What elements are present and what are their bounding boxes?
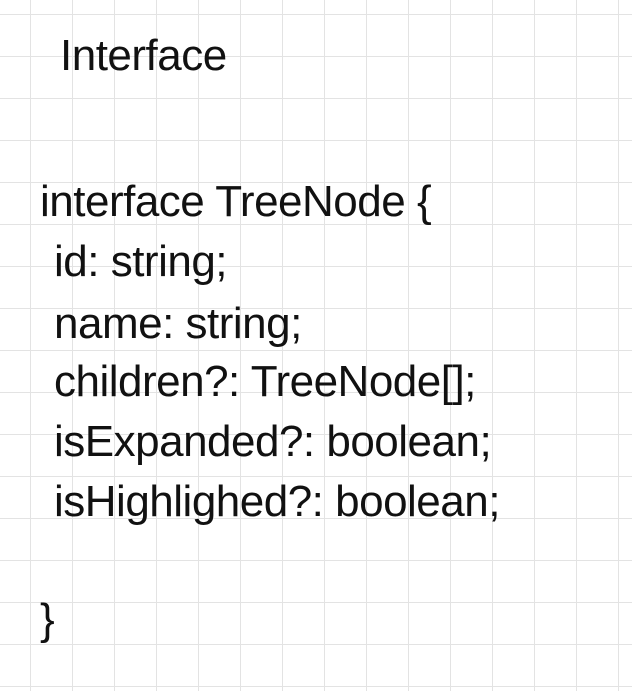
- field-is-highlighed-line: isHighlighed?: boolean;: [54, 477, 500, 526]
- page-title: Interface: [60, 31, 227, 80]
- field-children-line: children?: TreeNode[];: [54, 357, 476, 406]
- field-name-line: name: string;: [54, 299, 302, 348]
- interface-declaration-line: interface TreeNode {: [40, 177, 432, 226]
- field-is-expanded-line: isExpanded?: boolean;: [54, 417, 492, 466]
- closing-brace-line: }: [40, 595, 55, 644]
- field-id-line: id: string;: [54, 237, 228, 286]
